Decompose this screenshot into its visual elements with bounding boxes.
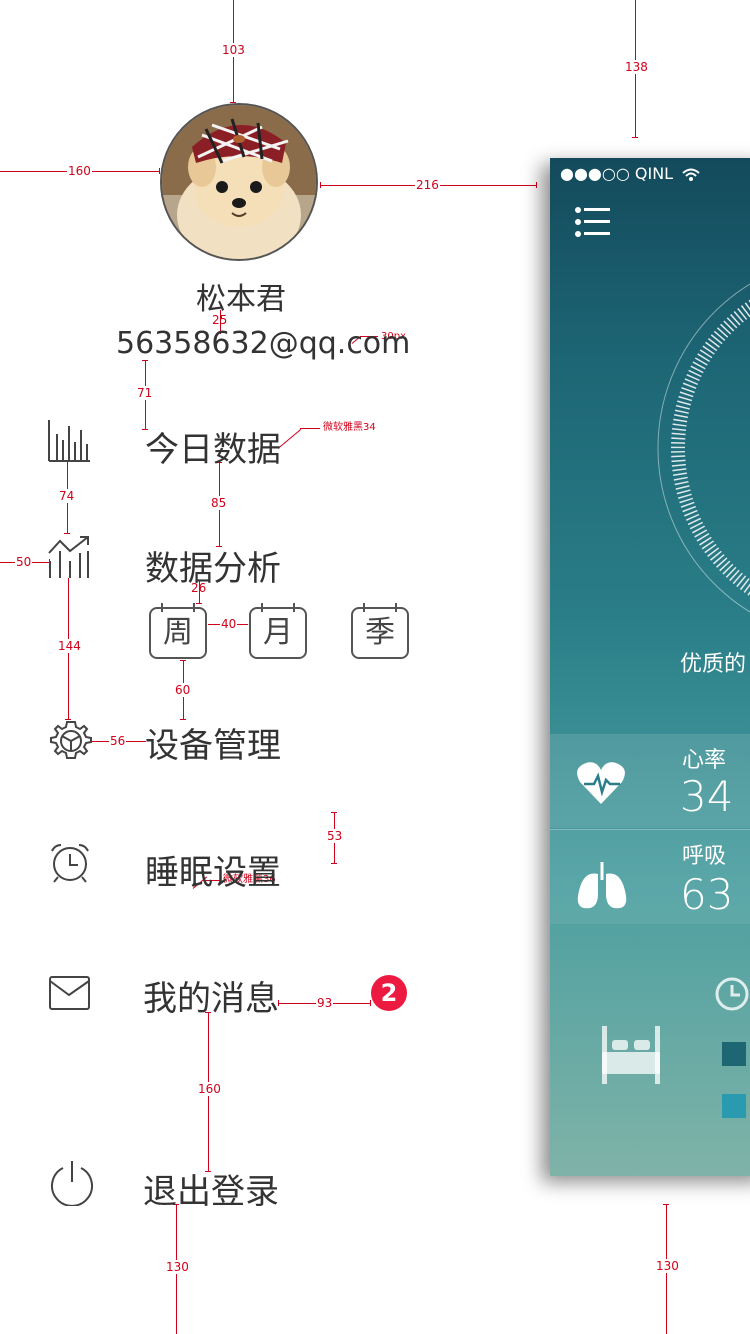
bar-chart-icon[interactable]	[48, 420, 90, 466]
lungs-icon	[576, 860, 628, 914]
dim-label: 53	[326, 829, 344, 843]
dim-label: 216	[415, 178, 440, 192]
clock-icon	[714, 976, 750, 1016]
dim-label: 74	[58, 489, 76, 503]
respiration-label: 呼吸	[682, 844, 727, 869]
dim-label: 71	[136, 386, 154, 400]
respiration-value: 63	[680, 870, 734, 919]
menu-device-management[interactable]: 设备管理	[145, 718, 281, 767]
mail-icon[interactable]	[49, 975, 91, 1017]
heart-rate-value: 34	[680, 772, 734, 821]
period-week-button[interactable]: 周	[149, 603, 207, 659]
user-email: 56358632@qq.com	[116, 326, 411, 361]
trend-chart-icon[interactable]	[48, 535, 92, 583]
quality-text: 优质的	[680, 652, 747, 677]
user-name: 松本君	[196, 282, 286, 317]
hamburger-menu-icon[interactable]	[574, 206, 612, 244]
menu-data-analysis[interactable]: 数据分析	[145, 541, 281, 590]
dim-label: 103	[221, 43, 246, 57]
dim-label: 160	[67, 164, 92, 178]
sleep-quality-dial	[657, 283, 750, 613]
menu-today-data[interactable]: 今日数据	[145, 422, 281, 471]
message-count-badge: 2	[371, 975, 407, 1011]
power-icon[interactable]	[49, 1160, 95, 1210]
dim-label: 93	[316, 996, 334, 1010]
dim-label: 138	[624, 60, 649, 74]
dim-label: 144	[57, 639, 82, 653]
period-quarter-button[interactable]: 季	[351, 603, 409, 659]
legend-light-sleep-swatch	[722, 1094, 746, 1118]
dim-label: 40	[220, 617, 238, 631]
avatar[interactable]	[160, 103, 318, 261]
main-screen-preview: ●●●○○ QINL 优质的 心率 34 呼吸 63	[550, 158, 750, 1176]
heart-rate-label: 心率	[682, 748, 727, 773]
dim-label: 微软雅黑34	[323, 422, 376, 433]
bed-icon	[600, 1026, 662, 1090]
menu-my-messages[interactable]: 我的消息	[143, 971, 279, 1020]
dim-label: 50	[15, 555, 33, 569]
heart-icon	[576, 760, 626, 810]
menu-logout[interactable]: 退出登录	[143, 1164, 279, 1213]
dim-label: 56	[109, 734, 127, 748]
period-month-button[interactable]: 月	[249, 603, 307, 659]
dog-avatar-image	[162, 105, 316, 259]
carrier-signal: ●●●○○ QINL	[560, 164, 674, 183]
alarm-clock-icon[interactable]	[49, 842, 91, 888]
dim-label: 130	[165, 1260, 190, 1274]
dim-label: 85	[210, 496, 228, 510]
dim-label: 60	[174, 683, 192, 697]
dim-label: 160	[197, 1082, 222, 1096]
menu-sleep-settings[interactable]: 睡眠设置	[145, 845, 281, 894]
wifi-icon	[682, 168, 700, 181]
legend-deep-sleep-swatch	[722, 1042, 746, 1066]
status-bar: ●●●○○ QINL	[560, 164, 700, 183]
gear-icon[interactable]	[50, 720, 92, 766]
dim-label: 130	[655, 1259, 680, 1273]
